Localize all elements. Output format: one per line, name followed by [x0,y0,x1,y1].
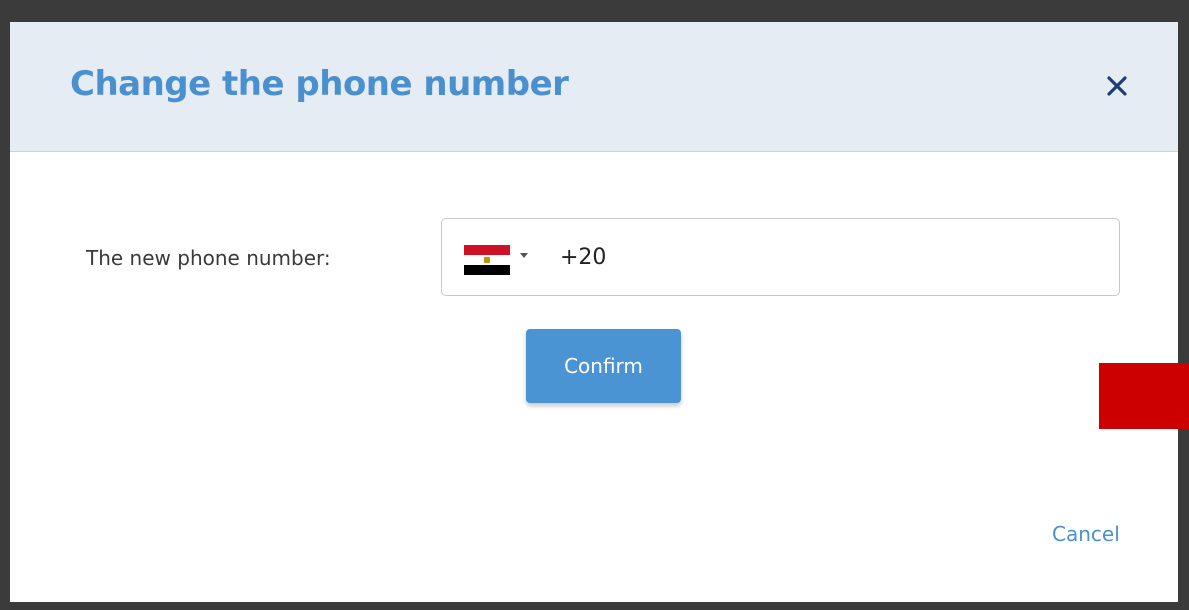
dialog-title: Change the phone number [70,64,569,104]
change-phone-dialog: Change the phone number The new phone nu… [10,22,1178,602]
cancel-link[interactable]: Cancel [1052,522,1120,546]
phone-number-label: The new phone number: [86,246,331,270]
caret-down-icon [520,253,528,258]
egypt-flag-icon [464,245,510,275]
phone-number-input[interactable] [560,239,1100,275]
close-icon [1107,76,1127,96]
confirm-button[interactable]: Confirm [526,329,681,403]
close-button[interactable] [1100,69,1134,103]
phone-number-field [441,218,1120,296]
country-code-selector[interactable] [464,241,544,275]
dialog-header: Change the phone number [10,22,1178,152]
red-marker [1099,363,1189,429]
